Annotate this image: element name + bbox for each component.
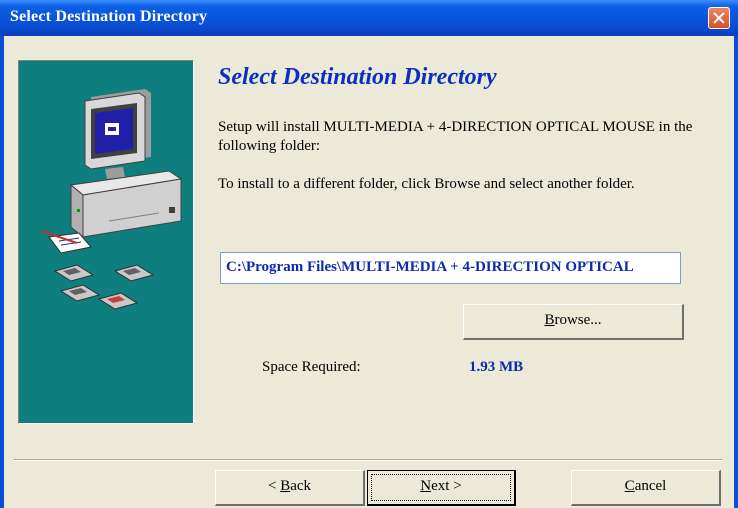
cancel-label: ancel: [634, 478, 667, 494]
side-illustration-panel: [18, 60, 194, 424]
window-frame-right: [734, 36, 738, 508]
browse-button[interactable]: Browse...: [463, 304, 684, 340]
space-required-value: 1.93 MB: [469, 359, 524, 375]
back-button[interactable]: < Back: [215, 470, 365, 506]
browse-label: rowse...: [554, 312, 602, 328]
cancel-button[interactable]: Cancel: [571, 470, 721, 506]
window-frame-left: [0, 36, 4, 508]
space-required-label: Space Required:: [262, 359, 361, 375]
computer-icon: [69, 89, 183, 239]
next-mnemonic: N: [420, 478, 432, 494]
install-description: Setup will install MULTI-MEDIA + 4-DIREC…: [218, 119, 693, 154]
destination-path-value: C:\Program Files\MULTI-MEDIA + 4-DIRECTI…: [226, 259, 634, 275]
close-icon[interactable]: [708, 7, 730, 29]
back-mnemonic: B: [280, 478, 291, 494]
next-label: ext >: [431, 478, 462, 494]
back-prefix: <: [267, 478, 281, 494]
cancel-mnemonic: C: [624, 478, 635, 494]
page-heading: Select Destination Directory: [218, 64, 497, 90]
next-button[interactable]: Next >: [367, 470, 516, 506]
setup-dialog: Select Destination Directory Select Dest…: [0, 0, 738, 508]
destination-path-field[interactable]: C:\Program Files\MULTI-MEDIA + 4-DIRECTI…: [220, 252, 681, 284]
title-bar[interactable]: Select Destination Directory: [0, 0, 738, 36]
setup-illustration: [40, 89, 183, 310]
footer-divider-highlight: [14, 460, 722, 461]
floppy-disk-icon: [53, 264, 155, 310]
window-title: Select Destination Directory: [10, 8, 208, 25]
browse-mnemonic: B: [544, 312, 555, 328]
back-label: ack: [290, 478, 312, 494]
browse-instruction: To install to a different folder, click …: [218, 176, 635, 192]
